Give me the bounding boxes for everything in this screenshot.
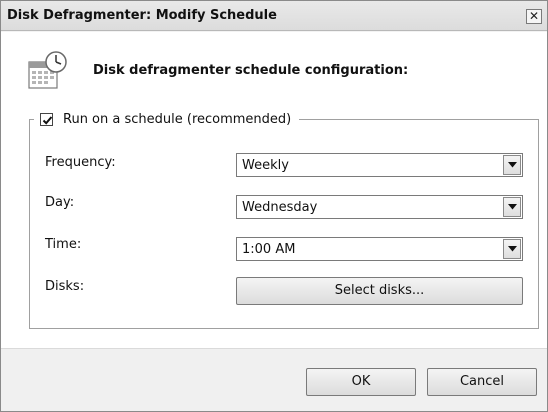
frequency-label: Frequency: xyxy=(45,155,116,170)
run-on-schedule-row[interactable]: Run on a schedule (recommended) xyxy=(34,109,300,129)
day-value: Wednesday xyxy=(242,200,318,215)
dialog-content: Disk defragmenter schedule configuration… xyxy=(1,32,547,348)
run-on-schedule-checkbox[interactable] xyxy=(40,112,53,126)
title-bar[interactable]: Disk Defragmenter: Modify Schedule ✕ xyxy=(1,1,547,31)
checkmark-icon xyxy=(42,115,53,125)
window-title: Disk Defragmenter: Modify Schedule xyxy=(7,8,277,23)
calendar-clock-icon xyxy=(26,50,70,94)
time-dropdown-button[interactable] xyxy=(503,239,521,259)
day-label: Day: xyxy=(45,195,75,210)
cancel-button[interactable]: Cancel xyxy=(427,368,537,396)
day-select[interactable]: Wednesday xyxy=(236,195,523,219)
close-icon: ✕ xyxy=(528,9,540,23)
frequency-dropdown-button[interactable] xyxy=(503,155,521,175)
time-label: Time: xyxy=(45,237,82,252)
run-on-schedule-label: Run on a schedule (recommended) xyxy=(63,111,292,127)
chevron-down-icon xyxy=(508,246,517,252)
header-text: Disk defragmenter schedule configuration… xyxy=(93,63,409,78)
select-disks-button[interactable]: Select disks... xyxy=(236,277,523,305)
disks-label: Disks: xyxy=(45,279,85,294)
day-dropdown-button[interactable] xyxy=(503,197,521,217)
close-button[interactable]: ✕ xyxy=(526,9,542,24)
time-value: 1:00 AM xyxy=(242,242,296,257)
frequency-select[interactable]: Weekly xyxy=(236,153,523,177)
chevron-down-icon xyxy=(508,162,517,168)
ok-button[interactable]: OK xyxy=(306,368,416,396)
modify-schedule-dialog: Disk Defragmenter: Modify Schedule ✕ Dis… xyxy=(0,0,548,412)
dialog-footer: OK Cancel xyxy=(1,348,547,411)
chevron-down-icon xyxy=(508,204,517,210)
time-select[interactable]: 1:00 AM xyxy=(236,237,523,261)
frequency-value: Weekly xyxy=(242,158,289,173)
